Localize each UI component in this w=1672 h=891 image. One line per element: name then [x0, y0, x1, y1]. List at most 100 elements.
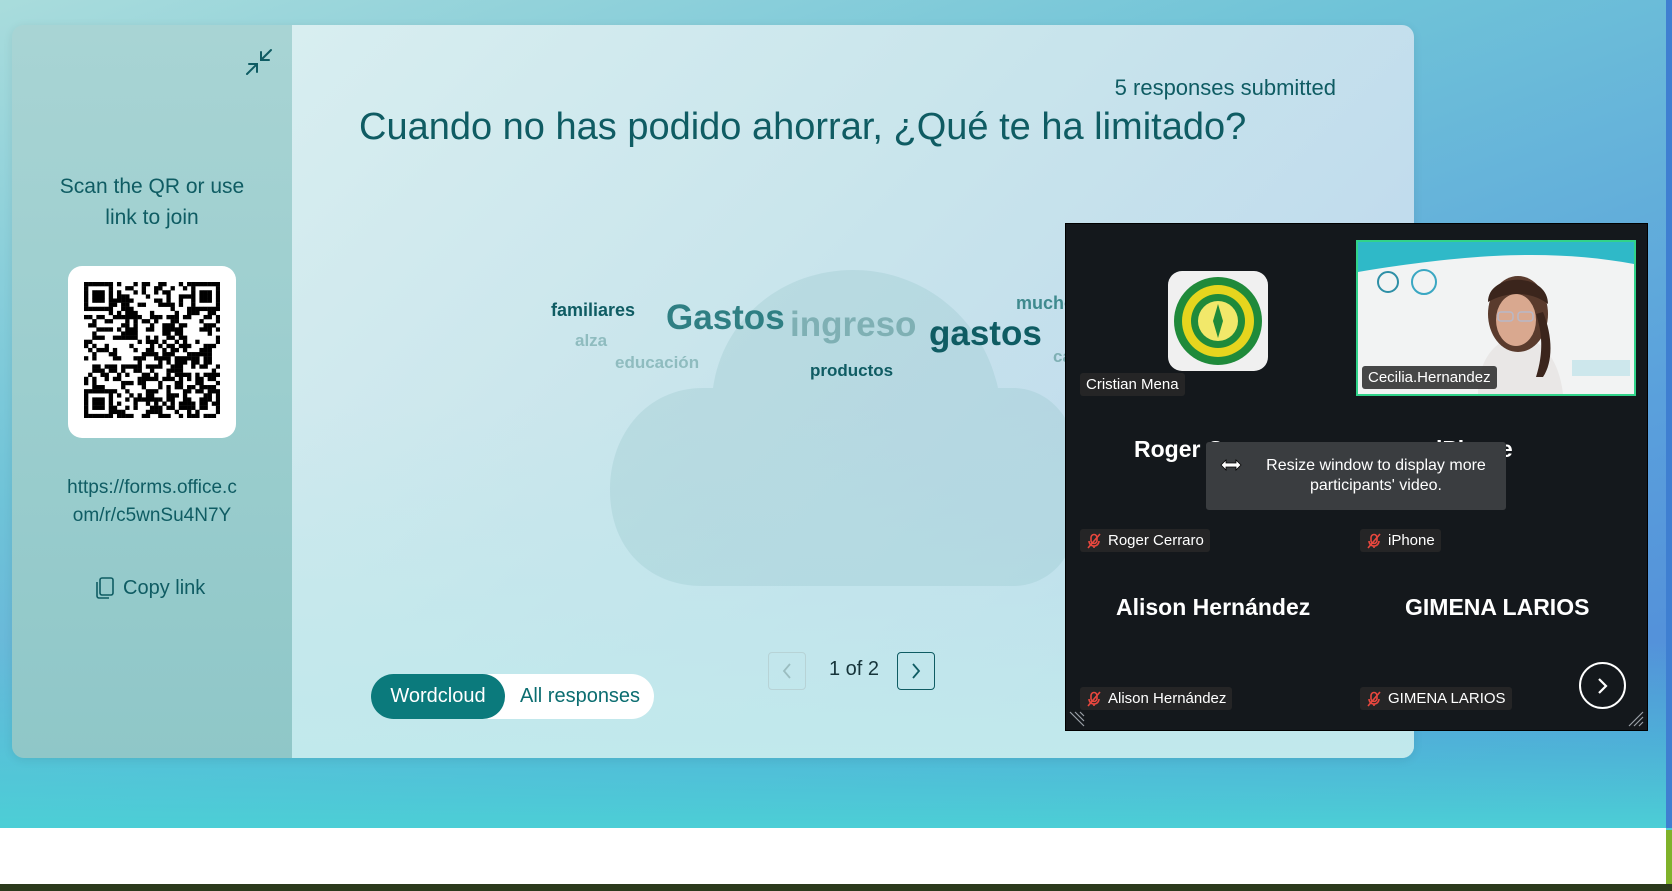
- qr-module: [166, 393, 171, 398]
- qr-module: [154, 389, 159, 394]
- qr-module: [108, 282, 114, 287]
- qr-module: [207, 389, 212, 394]
- qr-module: [215, 290, 220, 295]
- qr-module: [199, 364, 204, 369]
- qr-module: [145, 319, 151, 324]
- qr-module: [96, 397, 101, 402]
- qr-module: [121, 380, 126, 386]
- wordcloud-tab[interactable]: Wordcloud: [371, 674, 505, 719]
- word-ingreso: ingreso: [790, 305, 917, 344]
- qr-module: [215, 335, 220, 340]
- qr-module: [116, 376, 122, 382]
- qr-module: [96, 401, 101, 406]
- qr-module: [203, 401, 208, 406]
- qr-module: [133, 290, 138, 295]
- qr-module: [137, 339, 142, 345]
- qr-module: [116, 393, 122, 398]
- qr-module: [187, 413, 192, 418]
- qr-module: [141, 302, 147, 307]
- qr-module: [100, 282, 105, 287]
- all-responses-tab[interactable]: All responses: [520, 674, 640, 719]
- qr-module: [92, 397, 97, 402]
- participant-name-tag: Alison Hernández: [1080, 687, 1233, 710]
- question-title: Cuando no has podido ahorrar, ¿Qué te ha…: [359, 106, 1247, 148]
- qr-module: [207, 314, 212, 320]
- qr-module: [125, 389, 130, 394]
- qr-module: [100, 347, 105, 353]
- qr-module: [154, 298, 159, 303]
- qr-module: [178, 298, 184, 303]
- qr-module: [174, 314, 179, 320]
- word-alza: alza: [575, 331, 608, 350]
- qr-module: [125, 364, 130, 369]
- qr-module: [92, 331, 97, 336]
- join-link[interactable]: https://forms.office.com/r/c5wnSu4N7Y: [62, 474, 242, 530]
- collapse-icon[interactable]: [244, 47, 274, 77]
- resize-grip-icon[interactable]: [1069, 711, 1085, 727]
- qr-module: [96, 364, 101, 369]
- copy-link-label: Copy link: [123, 576, 206, 599]
- qr-module: [125, 331, 130, 336]
- qr-module: [137, 360, 142, 365]
- qr-module: [182, 339, 188, 345]
- qr-module: [174, 372, 179, 377]
- qr-module: [121, 335, 126, 340]
- qr-module: [182, 294, 188, 299]
- qr-module: [162, 352, 167, 357]
- qr-module: [121, 385, 126, 390]
- qr-module: [108, 306, 114, 312]
- qr-module: [182, 347, 188, 353]
- qr-module: [199, 347, 204, 353]
- qr-module: [145, 389, 151, 394]
- next-participants-button[interactable]: [1579, 662, 1626, 709]
- qr-module: [191, 310, 196, 316]
- qr-module: [125, 294, 130, 299]
- qr-module: [182, 323, 188, 328]
- next-page-button[interactable]: [897, 652, 935, 690]
- qr-module: [170, 323, 175, 328]
- resize-grip-icon[interactable]: [1628, 711, 1644, 727]
- qr-module: [170, 393, 175, 398]
- qr-module: [154, 290, 159, 295]
- qr-module: [149, 393, 155, 398]
- qr-module: [215, 298, 220, 303]
- qr-module: [141, 385, 147, 390]
- qr-module: [162, 347, 167, 353]
- qr-module: [112, 356, 118, 361]
- qr-module: [170, 364, 175, 369]
- qr-module: [178, 364, 184, 369]
- qr-module: [154, 286, 159, 291]
- previous-page-button[interactable]: [768, 652, 806, 690]
- qr-module: [92, 380, 97, 386]
- qr-module: [191, 352, 196, 357]
- qr-module: [203, 397, 208, 402]
- qr-module: [104, 343, 109, 349]
- qr-module: [129, 335, 134, 340]
- qr-module: [182, 401, 188, 406]
- qr-module: [162, 282, 167, 287]
- view-toggle: Wordcloud All responses: [371, 674, 654, 719]
- qr-module: [211, 376, 217, 382]
- qr-module: [191, 290, 196, 295]
- qr-module: [104, 413, 109, 418]
- qr-module: [182, 356, 188, 361]
- meeting-participants-window[interactable]: Cristian Mena Cecilia.Hernandez Roger Ce…: [1065, 223, 1648, 731]
- qr-module: [125, 380, 130, 386]
- qr-module: [84, 413, 89, 418]
- qr-module: [195, 306, 200, 312]
- copy-link-button[interactable]: Copy link: [95, 576, 205, 600]
- qr-module: [158, 413, 163, 418]
- qr-module: [112, 302, 118, 307]
- participant-name-tag: Cecilia.Hernandez: [1362, 366, 1497, 389]
- qr-module: [207, 393, 212, 398]
- qr-module: [112, 364, 118, 369]
- qr-module: [100, 294, 105, 299]
- qr-module: [199, 282, 204, 287]
- qr-module: [104, 306, 109, 312]
- qr-module: [207, 397, 212, 402]
- qr-module: [178, 294, 184, 299]
- qr-module: [116, 413, 122, 418]
- qr-module: [84, 376, 89, 382]
- tooltip-text: Resize window to display more participan…: [1266, 457, 1486, 494]
- qr-module: [149, 405, 155, 410]
